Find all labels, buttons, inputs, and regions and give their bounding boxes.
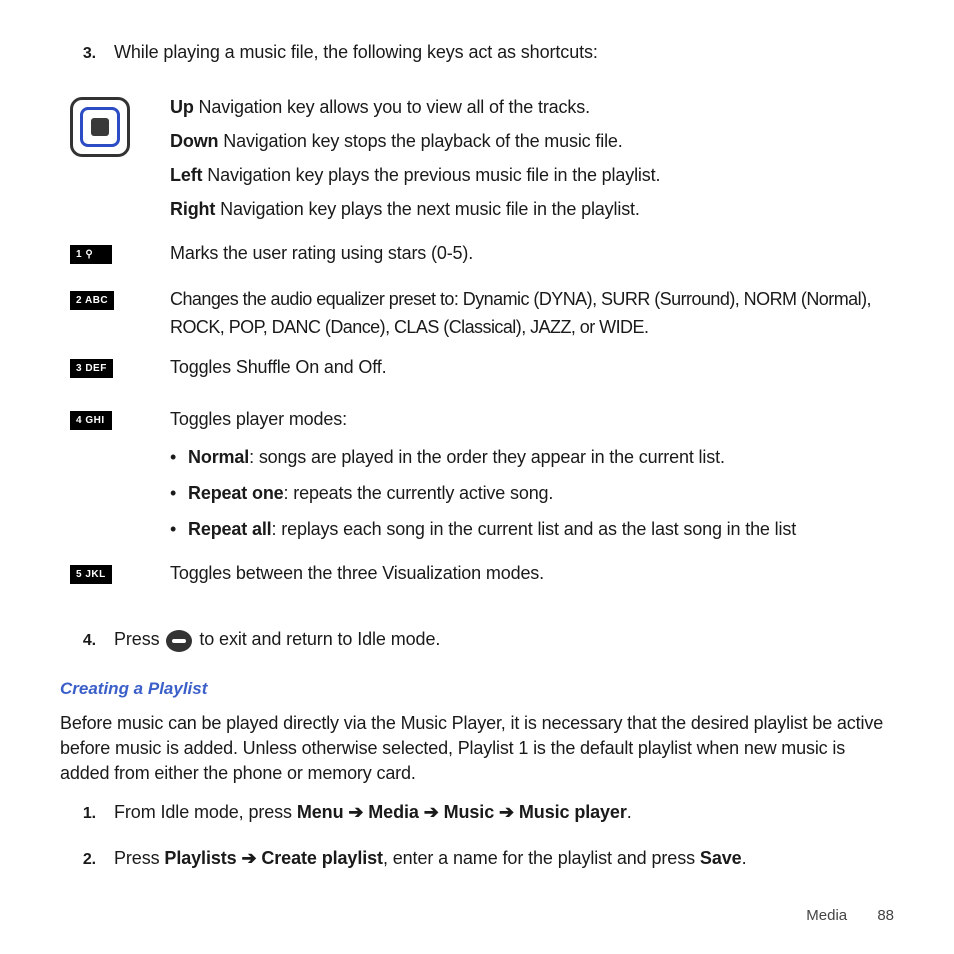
footer-section: Media [806,907,847,924]
key-4-intro: Toggles player modes: [170,405,894,433]
step-4: 4. Press to exit and return to Idle mode… [60,627,894,652]
navigation-pad-icon [70,97,130,157]
nav-right-text: Navigation key plays the next music file… [215,199,640,219]
key-5-text: Toggles between the three Visualization … [170,563,544,583]
s1-end: . [627,802,632,822]
step-4-post: to exit and return to Idle mode. [199,629,440,649]
navpad-descriptions: Up Navigation key allows you to view all… [170,93,894,229]
s2-end: . [742,848,747,868]
key-3-text: Toggles Shuffle On and Off. [170,357,386,377]
key-1-icon: 1 ⚲ [70,245,112,264]
key-3-icon: 3 DEF [70,359,113,378]
s2-mid: , enter a name for the playlist and pres… [383,848,700,868]
nav-left-label: Left [170,165,202,185]
navpad-row: Up Navigation key allows you to view all… [60,93,894,229]
nav-up-label: Up [170,97,194,117]
nav-up-text: Navigation key allows you to view all of… [194,97,590,117]
nav-right-label: Right [170,199,215,219]
mode-normal-label: Normal [188,447,249,467]
s2-pre: Press [114,848,164,868]
key-2-icon: 2 ABC [70,291,114,310]
s1-media: Media [368,802,419,822]
page-footer: Media 88 [806,907,894,924]
s2-playlists: Playlists [164,848,236,868]
s2-create: Create playlist [261,848,383,868]
footer-page: 88 [877,907,894,924]
key-5-row: 5 JKL Toggles between the three Visualiz… [60,559,894,587]
s1-menu: Menu [297,802,344,822]
key-2-text: Changes the audio equalizer preset to: D… [170,289,871,337]
mode-repeat-one-label: Repeat one [188,483,284,503]
intro-paragraph: Before music can be played directly via … [60,711,894,787]
mode-repeat-all-label: Repeat all [188,519,272,539]
key-3-row: 3 DEF Toggles Shuffle On and Off. [60,353,894,381]
arrow-icon: ➔ [241,848,261,868]
step-number: 2. [60,849,114,871]
playlist-step-1: 1. From Idle mode, press Menu ➔ Media ➔ … [60,800,894,825]
s2-save: Save [700,848,742,868]
nav-left-text: Navigation key plays the previous music … [202,165,660,185]
key-1-text: Marks the user rating using stars (0-5). [170,243,473,263]
mode-repeat-all-text: : replays each song in the current list … [272,519,797,539]
step-3: 3. While playing a music file, the follo… [60,40,894,65]
s1-musicplayer: Music player [519,802,627,822]
icon-col [60,93,170,157]
s1-pre: From Idle mode, press [114,802,297,822]
step-number: 1. [60,803,114,825]
nav-down-label: Down [170,131,218,151]
arrow-icon: ➔ [424,802,444,822]
key-2-row: 2 ABC Changes the audio equalizer preset… [60,285,894,341]
mode-repeat-one-text: : repeats the currently active song. [284,483,554,503]
key-5-icon: 5 JKL [70,565,112,584]
arrow-icon: ➔ [348,802,368,822]
step-4-pre: Press [114,629,164,649]
arrow-icon: ➔ [499,802,519,822]
nav-down-text: Navigation key stops the playback of the… [218,131,622,151]
s1-music: Music [444,802,495,822]
key-4-row: 4 GHI Toggles player modes: Normal: song… [60,405,894,551]
key-4-modes: Normal: songs are played in the order th… [170,443,894,543]
step-number: 4. [60,630,114,652]
playlist-step-2: 2. Press Playlists ➔ Create playlist, en… [60,846,894,871]
key-1-row: 1 ⚲ Marks the user rating using stars (0… [60,239,894,267]
end-call-icon [166,630,192,652]
step-number: 3. [60,43,114,65]
page: 3. While playing a music file, the follo… [0,0,954,954]
key-4-icon: 4 GHI [70,411,112,430]
step-text: While playing a music file, the followin… [114,40,598,65]
mode-normal-text: : songs are played in the order they app… [249,447,725,467]
section-heading: Creating a Playlist [60,679,894,699]
